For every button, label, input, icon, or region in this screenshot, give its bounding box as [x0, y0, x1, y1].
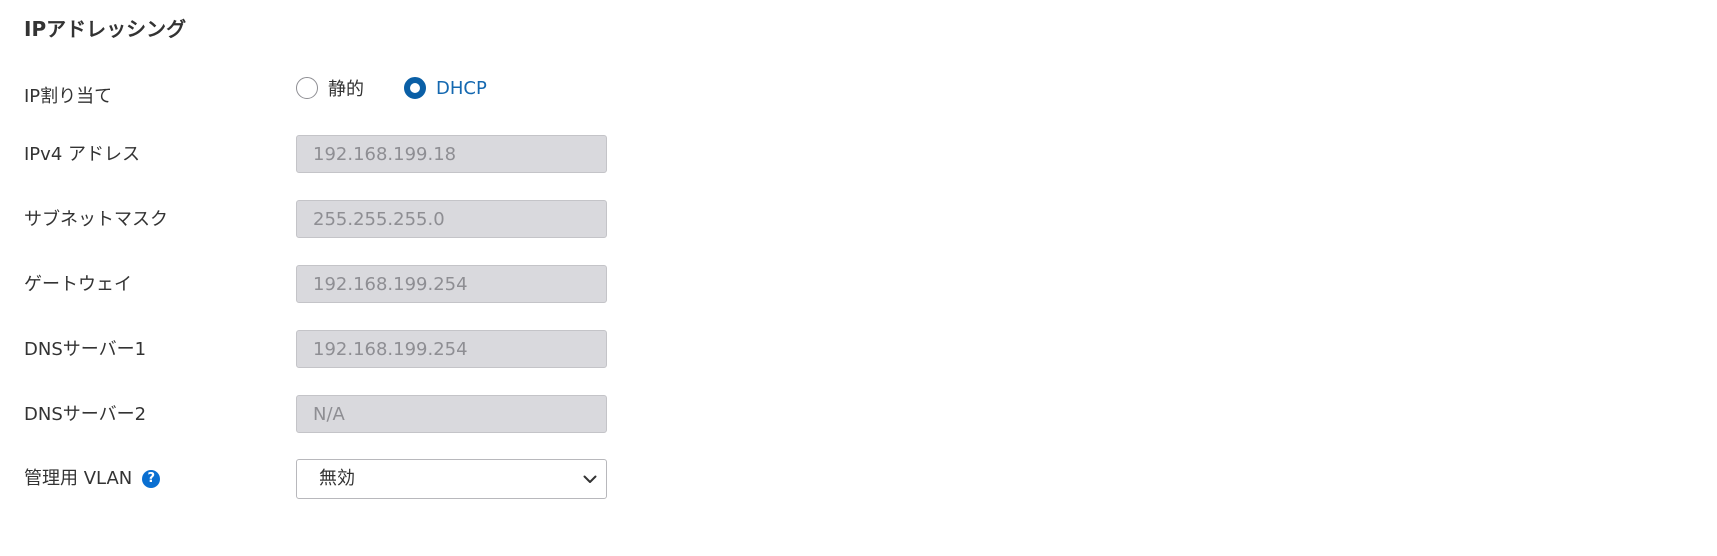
- dns2-row: DNSサーバー2: [24, 395, 1674, 435]
- mgmt-vlan-select[interactable]: 無効: [296, 459, 607, 499]
- mgmt-vlan-label-wrap: 管理用 VLAN ?: [24, 459, 161, 499]
- radio-dhcp-label[interactable]: DHCP: [436, 78, 487, 99]
- ip-assignment-label: IP割り当て: [24, 86, 113, 107]
- ipv4-label: IPv4 アドレス: [24, 144, 140, 165]
- dns2-label: DNSサーバー2: [24, 404, 147, 425]
- radio-static-circle[interactable]: [296, 77, 318, 99]
- gateway-field[interactable]: [296, 265, 607, 303]
- ip-assignment-row: IP割り当て 静的 DHCP: [24, 73, 1674, 113]
- subnet-row: サブネットマスク: [24, 200, 1674, 240]
- mgmt-vlan-label: 管理用 VLAN: [24, 468, 133, 489]
- question-circle-icon[interactable]: ?: [142, 470, 161, 488]
- radio-static[interactable]: 静的: [296, 75, 364, 101]
- radio-dhcp[interactable]: DHCP: [404, 77, 487, 99]
- dns1-row: DNSサーバー1: [24, 330, 1674, 370]
- ip-addressing-panel: IPアドレッシング IP割り当て 静的 DHCP IPv4 アドレス サブネット…: [0, 0, 1717, 556]
- radio-dhcp-circle[interactable]: [404, 77, 426, 99]
- section-title: IPアドレッシング: [24, 17, 187, 41]
- ipv4-row: IPv4 アドレス: [24, 135, 1674, 175]
- mgmt-vlan-row: 管理用 VLAN ? 無効: [24, 459, 1674, 499]
- dns1-field[interactable]: [296, 330, 607, 368]
- gateway-label: ゲートウェイ: [24, 274, 132, 295]
- ipv4-field[interactable]: [296, 135, 607, 173]
- subnet-label: サブネットマスク: [24, 209, 168, 230]
- radio-static-label[interactable]: 静的: [328, 75, 364, 101]
- subnet-mask-field[interactable]: [296, 200, 607, 238]
- dns2-field[interactable]: [296, 395, 607, 433]
- chevron-down-icon: [582, 460, 598, 498]
- ip-assignment-radio-group: 静的 DHCP: [296, 75, 527, 101]
- dns1-label: DNSサーバー1: [24, 339, 147, 360]
- gateway-row: ゲートウェイ: [24, 265, 1674, 305]
- mgmt-vlan-selected-value: 無効: [319, 468, 355, 489]
